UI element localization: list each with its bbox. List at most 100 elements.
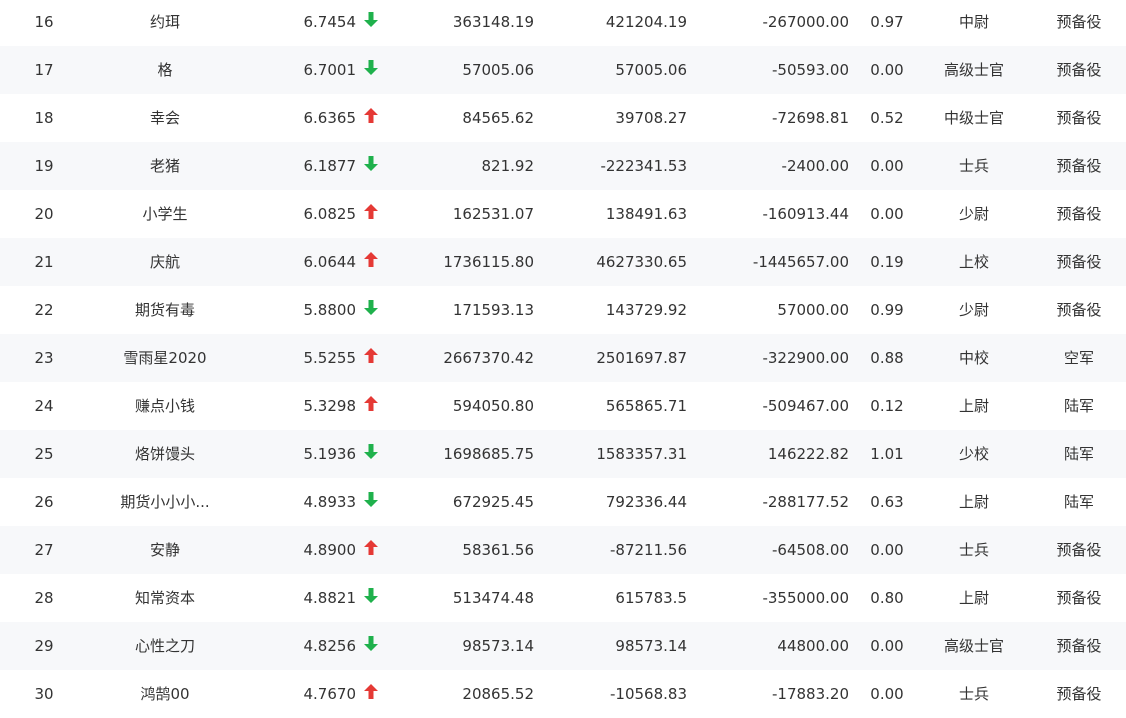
value-col-1: 672925.45 [452,493,534,511]
trader-name: 幸会 [149,109,180,127]
trader-name: 期货有毒 [134,301,195,319]
status-label: 预备役 [1056,541,1102,559]
trader-name: 老猪 [149,157,180,175]
value-col-1: 2667370.42 [443,349,534,367]
value-col-1: 594050.80 [452,397,534,415]
value-col-3: 57000.00 [777,301,849,319]
rank-cell: 28 [34,589,54,607]
score-value: 6.7454 [303,13,357,31]
military-rank: 高级士官 [943,61,1004,79]
score-value: 4.8821 [303,589,357,607]
table-row[interactable]: 27 安静 4.8900 58361.56 -87211.56 -64508.00 0.00… [0,526,1126,574]
arrow-up-icon [364,348,378,363]
arrow-down-icon [364,492,378,507]
table-row[interactable]: 23 雪雨星2020 5.5255 2667370.42 2501697.87 -3229… [0,334,1126,382]
rank-cell: 22 [34,301,54,319]
arrow-up-icon [364,540,378,555]
trend-cell [364,670,384,718]
trader-name: 期货小小小... [120,493,210,511]
score-value: 4.8900 [303,541,357,559]
value-col-2: -222341.53 [600,157,687,175]
value-col-1: 1736115.80 [443,253,534,271]
arrow-down-icon [364,588,378,603]
status-label: 预备役 [1056,13,1102,31]
table-row[interactable]: 22 期货有毒 5.8800 171593.13 143729.92 57000.00 0.… [0,286,1126,334]
rank-cell: 30 [34,685,54,703]
table-row[interactable]: 29 心性之刀 4.8256 98573.14 98573.14 44800.00 0.00… [0,622,1126,670]
military-rank: 士兵 [958,157,989,175]
value-col-3: -72698.81 [772,109,849,127]
value-col-2: 421204.19 [605,13,687,31]
rank-cell: 26 [34,493,54,511]
rank-cell: 18 [34,109,54,127]
military-rank: 士兵 [958,685,989,703]
rank-cell: 25 [34,445,54,463]
score-value: 6.0825 [303,205,357,223]
rank-cell: 16 [34,13,54,31]
value-col-3: -2400.00 [781,157,849,175]
military-rank: 上尉 [958,493,989,511]
arrow-down-icon [364,60,378,75]
value-col-2: 143729.92 [605,301,687,319]
value-col-3: -509467.00 [762,397,849,415]
value-col-2: 615783.5 [615,589,687,607]
arrow-down-icon [364,300,378,315]
military-rank: 中校 [958,349,989,367]
score-value: 6.0644 [303,253,357,271]
score-value: 5.5255 [303,349,357,367]
trend-cell [364,46,384,94]
trader-name: 知常资本 [134,589,195,607]
status-label: 预备役 [1056,61,1102,79]
table-row[interactable]: 26 期货小小小... 4.8933 672925.45 792336.44 -28817… [0,478,1126,526]
table-row[interactable]: 30 鸿鹄00 4.7670 20865.52 -10568.83 -17883.20 0.… [0,670,1126,718]
rank-cell: 23 [34,349,54,367]
value-col-2: 1583357.31 [596,445,687,463]
table-row[interactable]: 28 知常资本 4.8821 513474.48 615783.5 -355000.00 0… [0,574,1126,622]
table-row[interactable]: 19 老猪 6.1877 821.92 -222341.53 -2400.00 0.00 士兵… [0,142,1126,190]
table-row[interactable]: 20 小学生 6.0825 162531.07 138491.63 -160913.44 0… [0,190,1126,238]
table-row[interactable]: 18 幸会 6.6365 84565.62 39708.27 -72698.81 0.52 中… [0,94,1126,142]
table-row[interactable]: 25 烙饼馒头 5.1936 1698685.75 1583357.31 146222.8… [0,430,1126,478]
arrow-up-icon [364,204,378,219]
score-value: 6.7001 [303,61,357,79]
status-label: 陆军 [1063,445,1094,463]
score-value: 4.8256 [303,637,357,655]
status-label: 空军 [1063,349,1094,367]
trader-name: 格 [157,61,173,79]
value-col-3: -17883.20 [772,685,849,703]
trader-name: 鸿鹄00 [140,685,190,703]
value-col-3: 146222.82 [767,445,849,463]
trend-cell [364,94,384,142]
status-label: 预备役 [1056,685,1102,703]
trend-cell [364,622,384,670]
table-row[interactable]: 21 庆航 6.0644 1736115.80 4627330.65 -1445657.0… [0,238,1126,286]
arrow-up-icon [364,108,378,123]
arrow-up-icon [364,684,378,699]
score-value: 5.8800 [303,301,357,319]
trend-cell [364,142,384,190]
table-row[interactable]: 16 约珥 6.7454 363148.19 421204.19 -267000.00 0.… [0,0,1126,46]
value-col-3: -355000.00 [762,589,849,607]
military-rank: 中级士官 [943,109,1004,127]
ratio-value: 0.52 [870,109,904,127]
value-col-1: 363148.19 [452,13,534,31]
status-label: 预备役 [1056,205,1102,223]
ratio-value: 0.19 [870,253,904,271]
table-row[interactable]: 17 格 6.7001 57005.06 57005.06 -50593.00 0.00 高级… [0,46,1126,94]
trader-name: 安静 [149,541,180,559]
value-col-1: 513474.48 [452,589,534,607]
value-col-2: 39708.27 [615,109,687,127]
ratio-value: 0.00 [870,205,904,223]
trader-name: 雪雨星2020 [123,349,207,367]
status-label: 预备役 [1056,637,1102,655]
trend-cell [364,526,384,574]
score-value: 5.3298 [303,397,357,415]
ratio-value: 0.12 [870,397,904,415]
military-rank: 士兵 [958,541,989,559]
arrow-down-icon [364,444,378,459]
table-row[interactable]: 24 赚点小钱 5.3298 594050.80 565865.71 -509467.00… [0,382,1126,430]
arrow-down-icon [364,12,378,27]
ratio-value: 0.88 [870,349,904,367]
trend-cell [364,0,384,46]
value-col-2: 98573.14 [615,637,687,655]
